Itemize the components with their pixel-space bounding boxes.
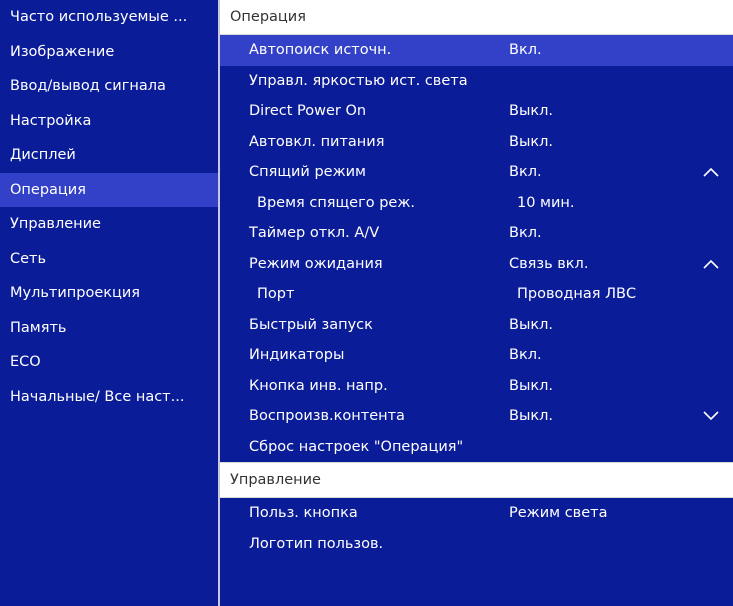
- sidebar-item-display[interactable]: Дисплей: [0, 138, 218, 173]
- setting-row-sleep-mode-time[interactable]: Время спящего реж. 10 мин.: [220, 188, 733, 219]
- setting-label: Сброс настроек "Операция": [249, 438, 464, 455]
- sidebar-item-frequently-used[interactable]: Часто используемые ...: [0, 0, 218, 35]
- sidebar-item-image[interactable]: Изображение: [0, 35, 218, 70]
- sidebar-item-management[interactable]: Управление: [0, 207, 218, 242]
- sidebar-item-multi-projection[interactable]: Мультипроекция: [0, 276, 218, 311]
- section-header-management: Управление: [220, 462, 733, 498]
- setting-label: Управл. яркостью ист. света: [249, 72, 468, 89]
- setting-row-auto-source-search[interactable]: Автопоиск источн. Вкл.: [220, 35, 733, 66]
- setting-label: Польз. кнопка: [249, 505, 358, 521]
- setting-value: Вкл.: [509, 347, 542, 363]
- setting-row-standby-mode[interactable]: Режим ожидания Связь вкл.: [220, 249, 733, 280]
- setting-value: Связь вкл.: [509, 255, 589, 272]
- setting-row-light-source-brightness[interactable]: Управл. яркостью ист. света: [220, 66, 733, 97]
- chevron-up-icon[interactable]: [703, 249, 719, 280]
- setting-value: Выкл.: [509, 408, 554, 424]
- sidebar-item-eco[interactable]: ECO: [0, 345, 218, 380]
- setting-value: Вкл.: [509, 164, 542, 180]
- sidebar-item-signal-io[interactable]: Ввод/вывод сигнала: [0, 69, 218, 104]
- sidebar-item-settings[interactable]: Настройка: [0, 104, 218, 139]
- setting-label: Индикаторы: [249, 347, 345, 363]
- projector-menu-screen: Часто используемые ... Изображение Ввод/…: [0, 0, 733, 606]
- chevron-down-icon[interactable]: [703, 401, 719, 432]
- setting-row-av-mute-timer[interactable]: Таймер откл. A/V Вкл.: [220, 218, 733, 249]
- setting-label: Автопоиск источн.: [249, 42, 392, 58]
- setting-row-content-playback[interactable]: Воспроизв.контента Выкл.: [220, 401, 733, 432]
- setting-label: Direct Power On: [249, 103, 367, 119]
- setting-value: Проводная ЛВС: [517, 286, 637, 302]
- setting-label: Таймер откл. A/V: [249, 225, 380, 241]
- sidebar-item-network[interactable]: Сеть: [0, 242, 218, 277]
- setting-label: Спящий режим: [249, 164, 366, 180]
- setting-row-indicators[interactable]: Индикаторы Вкл.: [220, 340, 733, 371]
- setting-label: Быстрый запуск: [249, 316, 373, 333]
- setting-row-quick-startup[interactable]: Быстрый запуск Выкл.: [220, 310, 733, 341]
- sidebar-item-initial-all-settings[interactable]: Начальные/ Все наст...: [0, 380, 218, 415]
- setting-row-direct-power-on[interactable]: Direct Power On Выкл.: [220, 96, 733, 127]
- chevron-up-icon[interactable]: [703, 157, 719, 188]
- setting-row-sleep-mode[interactable]: Спящий режим Вкл.: [220, 157, 733, 188]
- sidebar-menu: Часто используемые ... Изображение Ввод/…: [0, 0, 220, 606]
- setting-row-auto-power-on[interactable]: Автовкл. питания Выкл.: [220, 127, 733, 158]
- setting-row-inverse-direction-button[interactable]: Кнопка инв. напр. Выкл.: [220, 371, 733, 402]
- setting-label: Порт: [257, 286, 295, 302]
- setting-value: Выкл.: [509, 133, 554, 150]
- setting-value: Вкл.: [509, 225, 542, 241]
- setting-row-user-logo[interactable]: Логотип пользов.: [220, 529, 733, 560]
- setting-label: Воспроизв.контента: [249, 408, 405, 424]
- setting-value: Выкл.: [509, 103, 554, 119]
- setting-label: Логотип пользов.: [249, 535, 384, 552]
- setting-value: Режим света: [509, 505, 608, 521]
- settings-panel: Операция Автопоиск источн. Вкл. Управл. …: [220, 0, 733, 606]
- section-header-operation: Операция: [220, 0, 733, 35]
- setting-label: Автовкл. питания: [249, 133, 385, 150]
- setting-value: 10 мин.: [517, 194, 575, 211]
- setting-value: Вкл.: [509, 42, 542, 58]
- setting-label: Время спящего реж.: [257, 194, 415, 211]
- setting-value: Выкл.: [509, 316, 554, 333]
- setting-row-partial: [220, 559, 733, 590]
- setting-label: Кнопка инв. напр.: [249, 377, 388, 394]
- setting-row-reset-operation[interactable]: Сброс настроек "Операция": [220, 432, 733, 463]
- setting-row-user-button[interactable]: Польз. кнопка Режим света: [220, 498, 733, 529]
- setting-label: Режим ожидания: [249, 255, 383, 272]
- sidebar-item-memory[interactable]: Память: [0, 311, 218, 346]
- setting-value: Выкл.: [509, 377, 554, 394]
- setting-row-port[interactable]: Порт Проводная ЛВС: [220, 279, 733, 310]
- sidebar-item-operation[interactable]: Операция: [0, 172, 218, 207]
